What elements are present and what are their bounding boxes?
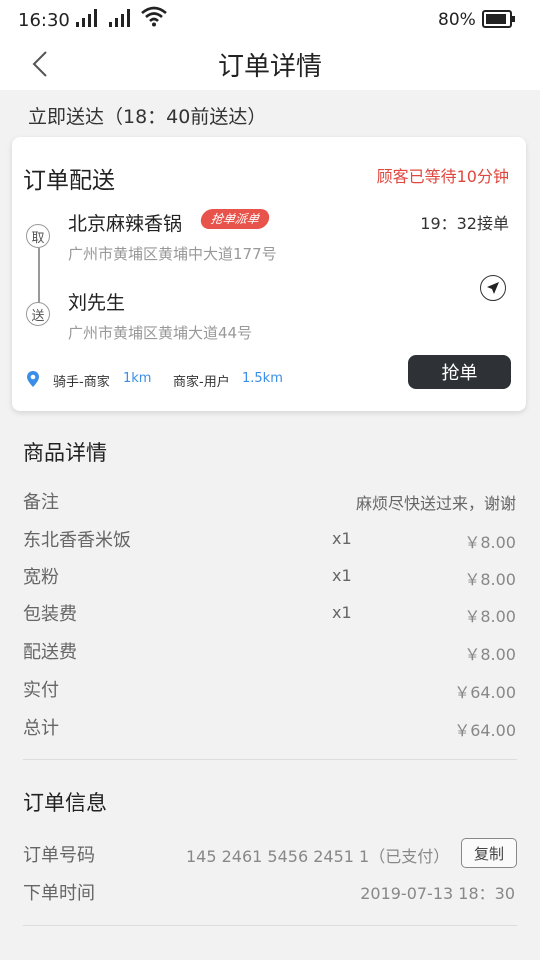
goods-item-qty: x1 (332, 603, 352, 622)
paid-value: ￥64.00 (454, 683, 516, 702)
wifi-icon (141, 6, 167, 27)
grab-order-button[interactable]: 抢单 (408, 355, 511, 389)
shop-user-distance: 1.5km (242, 371, 283, 386)
delivery-time-bar: 立即送达（18：40前送达） (0, 92, 540, 136)
goods-item-price: ￥8.00 (464, 607, 516, 626)
delivery-fee-label: 配送费 (23, 642, 77, 663)
shop-name: 北京麻辣香锅 (68, 213, 183, 235)
navigation-arrow-icon (487, 282, 499, 294)
note-label: 备注 (23, 492, 59, 513)
dropoff-marker: 送 (26, 302, 50, 326)
signal-icon (76, 9, 97, 27)
order-delivery-card: 订单配送 顾客已等待10分钟 取 送 北京麻辣香锅 抢单派单 19：32接单 广… (12, 137, 526, 411)
note-value: 麻烦尽快送过来，谢谢 (355, 494, 516, 513)
card-title: 订单配送 (23, 168, 115, 194)
order-no-value: 145 2461 5456 2451 1（已支付） (186, 847, 450, 866)
goods-item-price: ￥8.00 (464, 533, 516, 552)
delivery-time-text: 立即送达（18：40前送达） (28, 106, 267, 128)
goods-item-name: 宽粉 (23, 567, 59, 588)
order-time-label: 下单时间 (23, 883, 95, 904)
order-no-label: 订单号码 (23, 845, 95, 866)
delivery-fee-value: ￥8.00 (464, 645, 516, 664)
goods-section-title: 商品详情 (23, 441, 107, 465)
status-time: 16:30 (18, 10, 70, 31)
total-value: ￥64.00 (454, 721, 516, 740)
customer-name: 刘先生 (68, 292, 126, 314)
pickup-marker: 取 (26, 224, 50, 248)
navigate-button[interactable] (480, 275, 506, 301)
battery-icon (482, 10, 515, 28)
signal-icon (109, 9, 130, 27)
divider (23, 925, 517, 926)
divider (23, 759, 517, 760)
copy-button[interactable]: 复制 (461, 838, 517, 868)
rider-shop-label: 骑手-商家 (53, 375, 110, 390)
battery-percent: 80% (438, 10, 476, 30)
route-line (38, 248, 40, 303)
order-time-value: 2019-07-13 18：30 (360, 884, 515, 903)
shop-user-label: 商家-用户 (173, 375, 230, 390)
goods-item-qty: x1 (332, 529, 352, 548)
goods-item-qty: x1 (332, 566, 352, 585)
paid-label: 实付 (23, 680, 59, 701)
goods-item-name: 包装费 (23, 604, 77, 625)
nav-bar: 订单详情 (0, 38, 540, 90)
page-title: 订单详情 (217, 52, 322, 82)
grab-order-badge: 抢单派单 (199, 209, 271, 229)
accept-time: 19：32接单 (420, 214, 509, 233)
wait-time-text: 顾客已等待10分钟 (376, 167, 509, 186)
goods-item-price: ￥8.00 (464, 570, 516, 589)
customer-address: 广州市黄埔区黄埔大道44号 (68, 324, 253, 342)
location-pin-icon (27, 371, 39, 387)
total-label: 总计 (23, 718, 59, 739)
status-bar: 16:30 80% (0, 0, 540, 38)
goods-item-name: 东北香香米饭 (23, 530, 131, 551)
order-info-title: 订单信息 (23, 791, 107, 815)
shop-address: 广州市黄埔区黄埔中大道177号 (68, 245, 277, 263)
rider-shop-distance: 1km (123, 371, 152, 386)
